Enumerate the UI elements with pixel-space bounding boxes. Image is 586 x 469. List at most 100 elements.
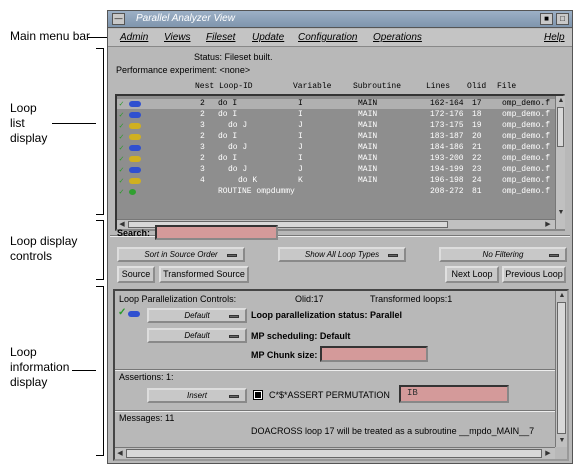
loop-list-row[interactable]: ✓ ROUTINE ompdummy 208-272 81 omp_demo.f <box>117 187 555 197</box>
loop-lines-cell: 183-187 <box>430 132 464 141</box>
checkmark-icon: ✓ <box>119 188 124 197</box>
maximize-button[interactable]: □ <box>556 13 569 25</box>
scroll-thumb[interactable] <box>557 107 564 147</box>
scroll-thumb[interactable] <box>557 302 566 434</box>
loop-olid-cell: 23 <box>472 165 482 174</box>
loop-olid-cell: 22 <box>472 154 482 163</box>
loop-file-cell: omp_demo.f <box>502 121 551 130</box>
column-header-lines: Lines <box>426 82 451 91</box>
loop-olid-cell: 19 <box>472 121 482 130</box>
checkmark-icon: ✓ <box>119 111 124 120</box>
loop-sub-cell: MAIN <box>358 110 378 119</box>
info-vscrollbar[interactable]: ▲ ▼ <box>555 291 567 447</box>
callout-loop-info: Loop information display <box>10 345 69 390</box>
loop-nest-cell: 2 <box>200 154 205 163</box>
parallelization-status: Loop parallelization status: Parallel <box>251 310 403 320</box>
loop-list-row[interactable]: ✓ 3 do J J MAIN 184-186 21 omp_demo.f <box>117 143 555 153</box>
loop-information-panel: Loop Parallelization Controls: Olid:17 T… <box>113 289 569 461</box>
menu-help[interactable]: Help <box>544 32 565 43</box>
menu-views[interactable]: Views <box>164 32 191 43</box>
menu-configuration[interactable]: Configuration <box>298 32 357 43</box>
loop-olid-cell: 20 <box>472 132 482 141</box>
divider <box>115 369 555 371</box>
loop-nest-cell: 4 <box>200 176 205 185</box>
checkmark-icon: ✓ <box>119 155 124 164</box>
parallel-analyzer-window: — Parallel Analyzer View ■ □ Admin Views… <box>107 10 573 464</box>
scheduling-default-menu[interactable]: Default <box>147 328 247 343</box>
mp-scheduling-label: MP scheduling: Default <box>251 331 351 341</box>
loop-var-cell: J <box>298 121 303 130</box>
loop-id-cell: do J <box>228 143 248 152</box>
callout-line: Loop display <box>10 234 78 248</box>
checkmark-icon: ✓ <box>119 133 124 142</box>
option-menu-icon <box>549 254 559 257</box>
menu-admin[interactable]: Admin <box>120 32 148 43</box>
loop-list-row[interactable]: ✓ 4 do K K MAIN 196-198 24 omp_demo.f <box>117 176 555 186</box>
menu-fileset[interactable]: Fileset <box>206 32 235 43</box>
scroll-up-arrow-icon[interactable]: ▲ <box>556 96 566 106</box>
loop-icon <box>129 112 141 118</box>
option-menu-icon <box>229 315 239 318</box>
loop-file-cell: omp_demo.f <box>502 154 551 163</box>
loop-lines-cell: 208-272 <box>430 187 464 196</box>
loop-sub-cell: MAIN <box>358 99 378 108</box>
assertion-checkbox[interactable] <box>253 390 263 400</box>
loop-list-vscrollbar[interactable]: ▲ ▼ <box>555 96 565 229</box>
scroll-down-arrow-icon[interactable]: ▼ <box>556 208 566 218</box>
loop-nest-cell: 3 <box>200 143 205 152</box>
menu-operations[interactable]: Operations <box>373 32 422 43</box>
mp-chunk-size-input[interactable] <box>320 346 428 362</box>
title-bar[interactable]: — Parallel Analyzer View ■ □ <box>108 11 572 28</box>
loop-sub-cell: MAIN <box>358 143 378 152</box>
checkmark-icon: ✓ <box>119 122 124 131</box>
option-menu-icon <box>388 254 398 257</box>
loop-lines-cell: 194-199 <box>430 165 464 174</box>
loop-type-menu[interactable]: Show All Loop Types <box>278 247 406 262</box>
callout-line: controls <box>10 249 53 263</box>
sort-order-menu[interactable]: Sort in Source Order <box>117 247 245 262</box>
loop-list-row[interactable]: ✓ 2 do I I MAIN 193-200 22 omp_demo.f <box>117 154 555 164</box>
window-menu-button[interactable]: — <box>112 13 125 25</box>
loop-id-cell: do I <box>218 132 238 141</box>
loop-var-cell: K <box>298 176 303 185</box>
transformed-loops-label: Transformed loops:1 <box>370 294 453 304</box>
default-label: Default <box>184 311 210 320</box>
insert-label: Insert <box>186 391 207 400</box>
scroll-up-arrow-icon[interactable]: ▲ <box>557 291 567 301</box>
loop-list-row[interactable]: ✓ 2 do I I MAIN 162-164 17 omp_demo.f <box>117 99 555 109</box>
info-hscrollbar[interactable]: ◀ ▶ <box>115 447 555 459</box>
loop-list-row[interactable]: ✓ 2 do I I MAIN 183-187 20 omp_demo.f <box>117 132 555 142</box>
loop-info-leader <box>72 370 96 371</box>
menu-update[interactable]: Update <box>252 32 284 43</box>
scroll-left-arrow-icon[interactable]: ◀ <box>115 449 125 459</box>
assertions-label: Assertions: 1: <box>119 372 174 382</box>
scroll-down-arrow-icon[interactable]: ▼ <box>557 436 567 446</box>
assertion-value-input[interactable]: IB <box>399 385 509 403</box>
loop-nest-cell: 2 <box>200 110 205 119</box>
loop-var-cell: I <box>298 154 303 163</box>
loop-icon <box>129 167 141 173</box>
routine-icon <box>129 189 136 195</box>
previous-loop-button[interactable]: Previous Loop <box>502 266 566 283</box>
minimize-button[interactable]: ■ <box>540 13 553 25</box>
scroll-thumb[interactable] <box>126 449 542 458</box>
parallelization-controls-label: Loop Parallelization Controls: <box>119 294 237 304</box>
next-loop-button[interactable]: Next Loop <box>445 266 499 283</box>
insert-assertion-menu[interactable]: Insert <box>147 388 247 403</box>
loop-file-cell: omp_demo.f <box>502 165 551 174</box>
scroll-right-arrow-icon[interactable]: ▶ <box>543 449 553 459</box>
source-button[interactable]: Source <box>117 266 155 283</box>
loop-id-cell: do K <box>238 176 258 185</box>
loop-type-label: Show All Loop Types <box>304 250 380 259</box>
loop-list-row[interactable]: ✓ 3 do J J MAIN 173-175 19 omp_demo.f <box>117 121 555 131</box>
loop-list-row[interactable]: ✓ 3 do J J MAIN 194-199 23 omp_demo.f <box>117 165 555 175</box>
loop-list-row[interactable]: ✓ 2 do I I MAIN 172-176 18 omp_demo.f <box>117 110 555 120</box>
parallelization-default-menu[interactable]: Default <box>147 308 247 323</box>
default-label: Default <box>184 331 210 340</box>
loop-icon <box>129 156 141 162</box>
scroll-right-arrow-icon[interactable]: ▶ <box>543 220 553 230</box>
filtering-menu[interactable]: No Filtering <box>439 247 567 262</box>
search-input[interactable] <box>155 225 278 240</box>
transformed-source-button[interactable]: Transformed Source <box>159 266 249 283</box>
performance-experiment-text: Performance experiment: <none> <box>116 65 251 75</box>
